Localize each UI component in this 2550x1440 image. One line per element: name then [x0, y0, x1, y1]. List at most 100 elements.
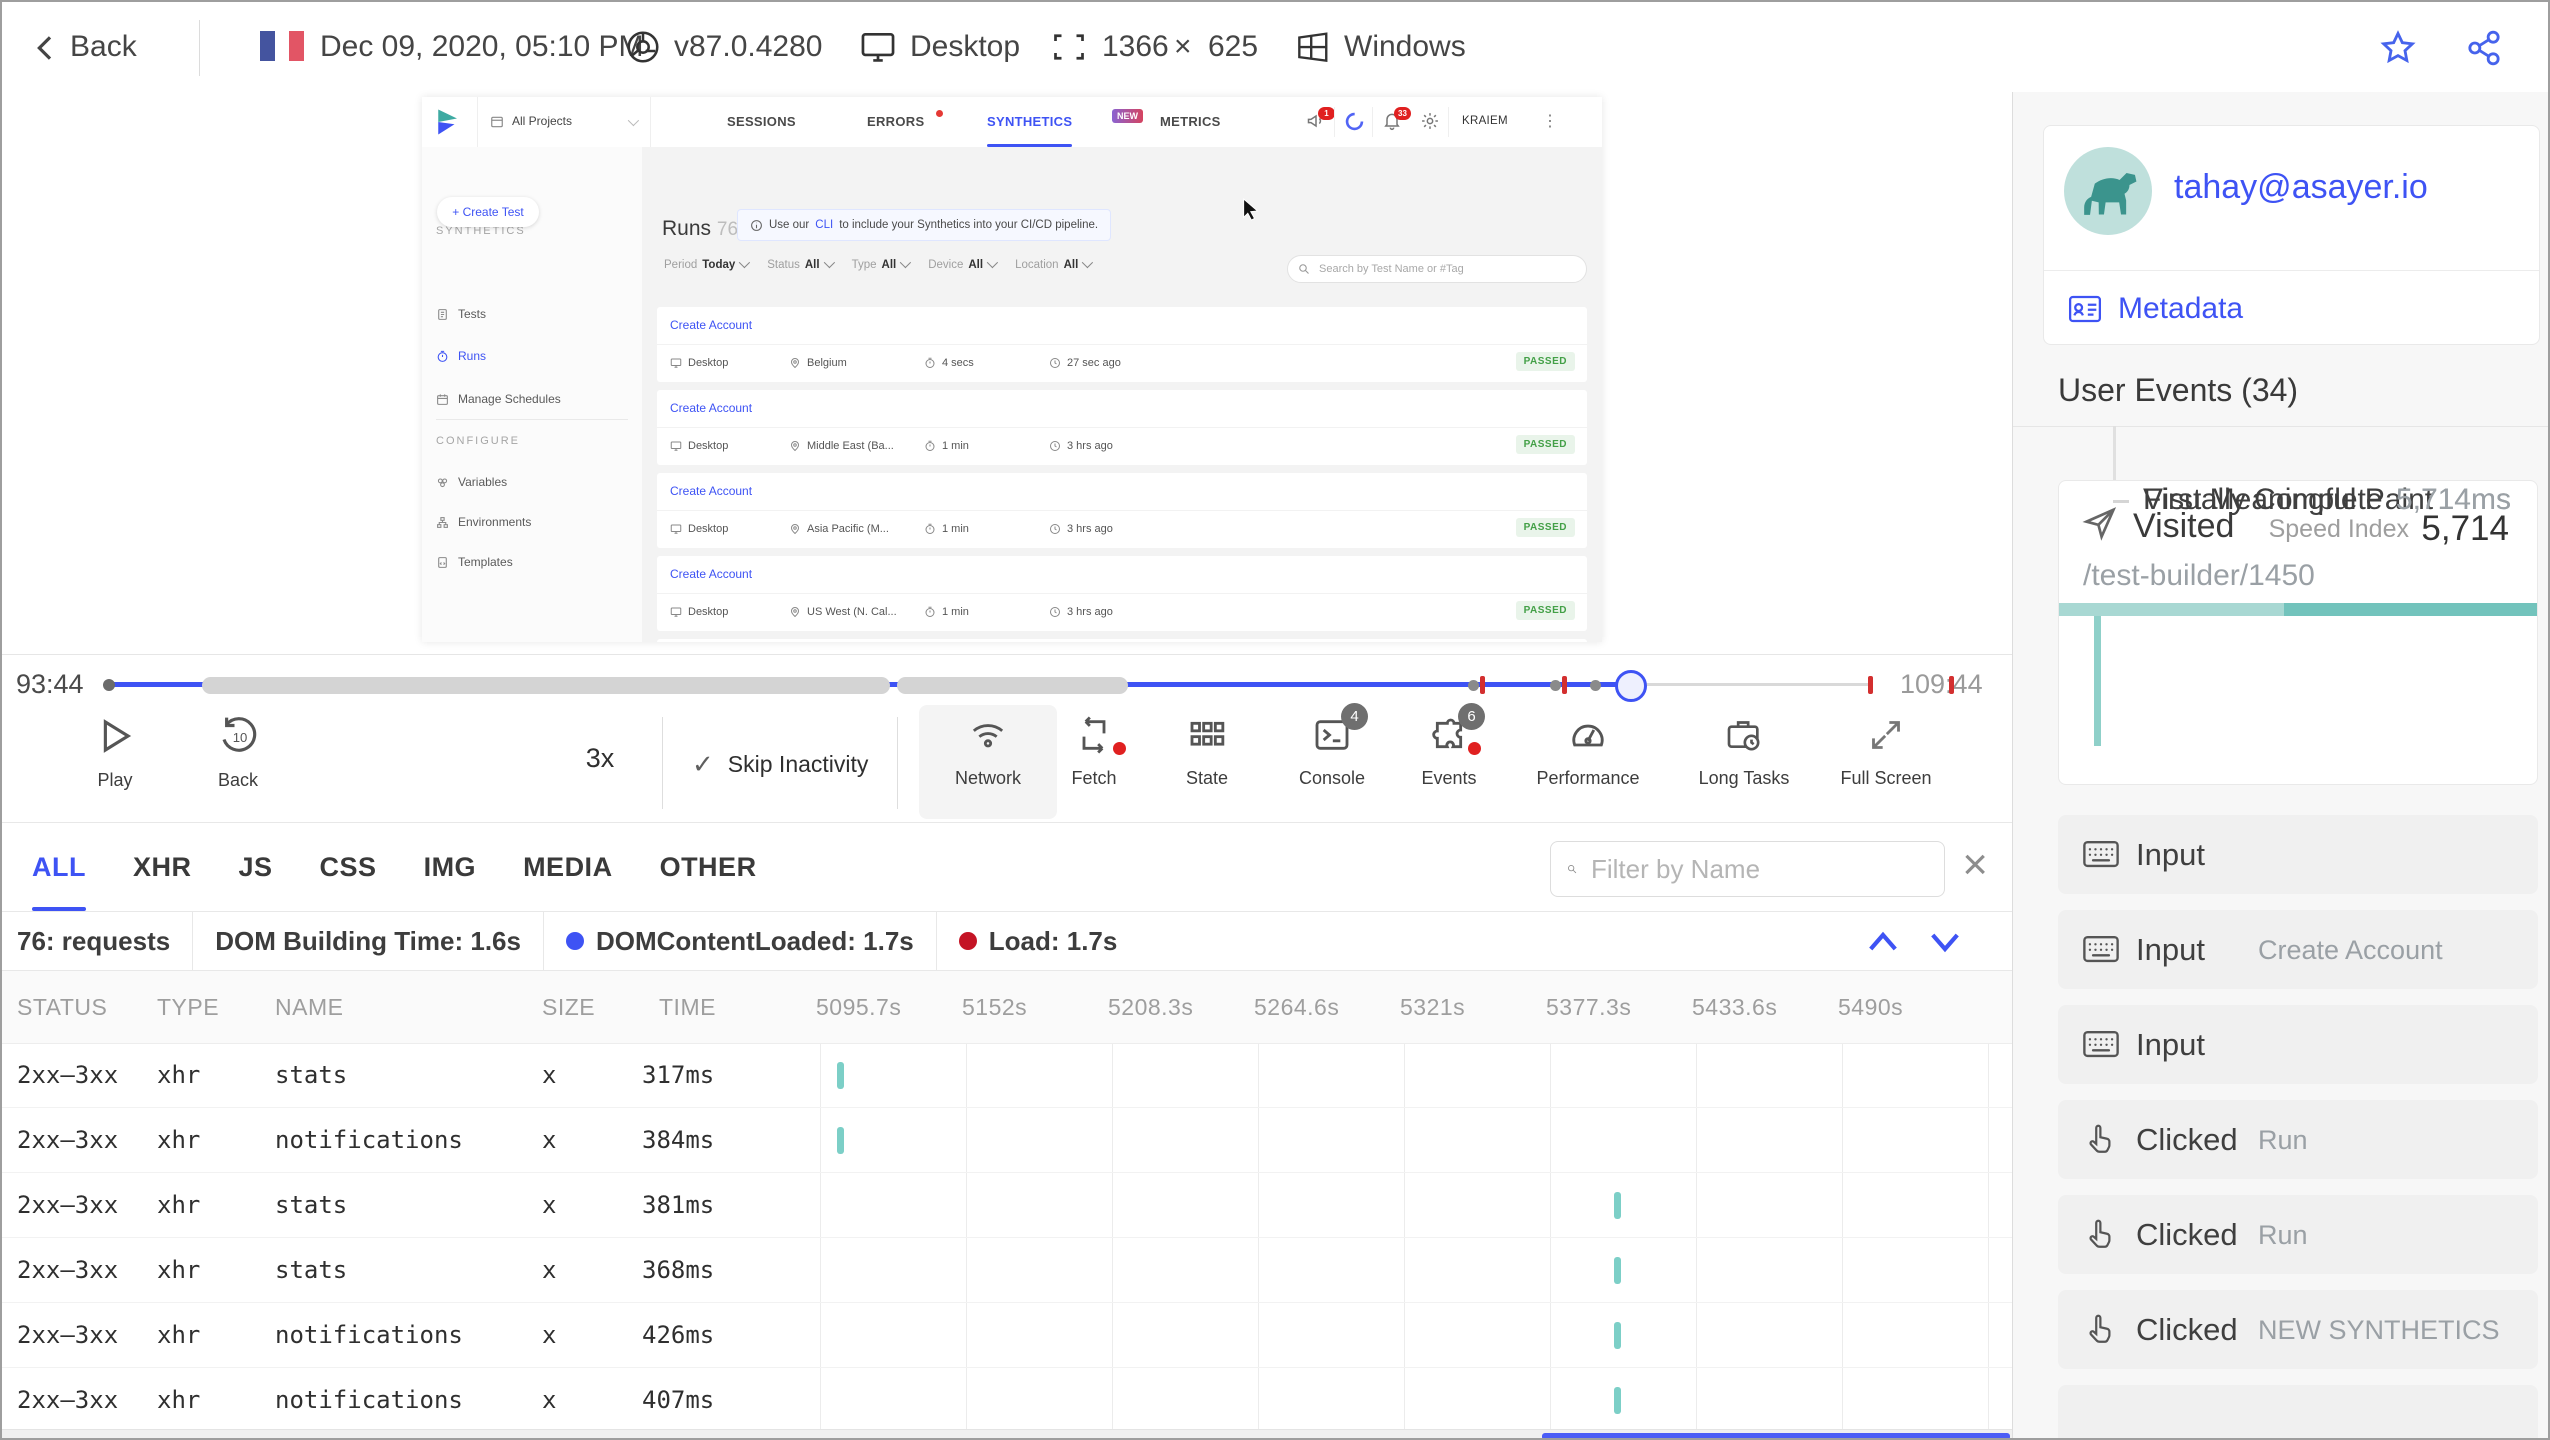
time-axis-tick: 5208.3s: [1108, 994, 1194, 1020]
event-target: Run: [2258, 1125, 2308, 1155]
info-icon: [751, 219, 762, 231]
sidebar-item-label: Templates: [458, 555, 513, 569]
dcl-dot-icon: [565, 932, 584, 950]
metadata-button[interactable]: Metadata: [2068, 292, 2243, 326]
event-type-icon: [2082, 932, 2120, 966]
user-event-card[interactable]: Input: [2058, 1005, 2538, 1084]
long-tasks-panel-button[interactable]: Long Tasks: [1669, 715, 1819, 789]
request-time: 381ms: [642, 1191, 715, 1219]
sidebar-item-tests: Tests: [436, 305, 486, 323]
replayed-main: Runs 76 Use our CLI to include your Synt…: [642, 147, 1602, 642]
run-location: Belgium: [789, 351, 847, 375]
click-hand-icon: [2089, 1124, 2111, 1153]
user-event-card[interactable]: Clicked Run: [2058, 1100, 2538, 1179]
network-request-row[interactable]: 2xx–3xx xhr stats x 381ms: [2, 1173, 2012, 1238]
logged-user: KRAIEM: [1462, 115, 1508, 127]
user-events-title: User Events (34): [2058, 372, 2299, 408]
event-type-icon: [2082, 1122, 2116, 1158]
user-avatar: [2064, 147, 2152, 235]
network-request-row[interactable]: 2xx–3xx xhr stats x 317ms: [2, 1043, 2012, 1108]
gauge-icon: [1568, 715, 1608, 755]
user-event-card[interactable]: Input: [2058, 815, 2538, 894]
user-event-card[interactable]: Input Create Account: [2058, 910, 2538, 989]
column-header: TIME: [659, 994, 716, 1020]
user-event-card-partial[interactable]: [2058, 1385, 2538, 1438]
close-panel-button[interactable]: ×: [1962, 837, 1988, 893]
keyboard-icon: [2083, 840, 2119, 868]
request-size: x: [542, 1191, 557, 1219]
events-panel-button[interactable]: 6 Events: [1374, 703, 1524, 789]
resolution-icon: [1050, 29, 1088, 65]
network-filter-tab[interactable]: JS: [239, 823, 273, 911]
stopwatch-icon: [925, 523, 935, 534]
column-header: STATUS: [17, 994, 108, 1020]
request-size: x: [542, 1126, 557, 1154]
chrome-browser-icon: [624, 28, 662, 66]
full-screen-button[interactable]: Full Screen: [1811, 715, 1961, 789]
network-filter-tab[interactable]: XHR: [133, 823, 192, 911]
run-time-ago: 3 hrs ago: [1049, 434, 1113, 458]
scrollbar-thumb[interactable]: [1542, 1433, 2010, 1438]
request-type: xhr: [157, 1321, 201, 1349]
request-type: xhr: [157, 1126, 201, 1154]
chevron-down-icon: [823, 256, 835, 269]
speed-toggle[interactable]: 3x: [586, 743, 615, 774]
windows-os-icon: [1292, 28, 1332, 66]
keyboard-icon: [2083, 1030, 2119, 1058]
run-status-badge: PASSED: [1515, 518, 1575, 537]
share-icon[interactable]: [2464, 28, 2504, 68]
network-filter-tab[interactable]: CSS: [320, 823, 377, 911]
event-action: Clicked: [2136, 1312, 2238, 1347]
request-time: 384ms: [642, 1126, 715, 1154]
network-filter-input[interactable]: [1589, 852, 1928, 886]
favorite-star-icon[interactable]: [2378, 28, 2418, 68]
event-dot: [1590, 680, 1601, 691]
run-duration: 1 min: [924, 517, 969, 541]
location-pin-icon: [790, 524, 800, 535]
run-time-ago: 27 sec ago: [1049, 351, 1121, 375]
monitor-icon: [670, 607, 682, 617]
back-button[interactable]: Back: [70, 2, 137, 92]
waterfall-scrollbar[interactable]: [2, 1429, 2012, 1438]
network-request-row[interactable]: 2xx–3xx xhr notifications x 426ms: [2, 1303, 2012, 1368]
replayed-sidebar: SYNTHETICS + Create Test Tests Runs Mana…: [422, 147, 643, 642]
network-filter-box[interactable]: [1550, 841, 1945, 897]
network-filter-tab[interactable]: IMG: [424, 823, 477, 911]
back-chevron-icon[interactable]: [30, 32, 62, 64]
network-filter-tab[interactable]: OTHER: [660, 823, 757, 911]
user-event-card[interactable]: Clicked NEW SYNTHETICS: [2058, 1290, 2538, 1369]
network-filter-tab[interactable]: ALL: [32, 823, 86, 911]
run-status-badge: PASSED: [1515, 352, 1575, 371]
cli-banner: Use our CLI to include your Synthetics i…: [737, 209, 1112, 241]
run-card: Create Account Desktop Canada (Central): [657, 639, 1587, 642]
user-card: tahay@asayer.io Metadata: [2043, 125, 2540, 345]
user-event-card[interactable]: Clicked Run: [2058, 1195, 2538, 1274]
fetch-icon: [1074, 715, 1126, 755]
run-duration: 1 min: [924, 434, 969, 458]
session-replay-window: Back Dec 09, 2020, 05:10 PM v87.0.4280 D…: [0, 0, 2550, 1440]
error-marker: [1949, 676, 1954, 694]
run-card: Create Account Desktop Asia Pacific (M..…: [657, 473, 1587, 548]
jump-previous-button[interactable]: [1862, 926, 1904, 958]
performance-panel-button[interactable]: Performance: [1513, 715, 1663, 789]
request-name: notifications: [275, 1386, 463, 1414]
gear-icon: [1420, 111, 1440, 131]
visited-event-card[interactable]: Visited Speed Index 5,714 /test-builder/…: [2058, 480, 2538, 785]
network-filter-tab[interactable]: MEDIA: [523, 823, 613, 911]
request-type: xhr: [157, 1191, 201, 1219]
network-request-row[interactable]: 2xx–3xx xhr stats x 368ms: [2, 1238, 2012, 1303]
sidebar-item-label: Tests: [458, 307, 487, 321]
network-request-row[interactable]: 2xx–3xx xhr notifications x 407ms: [2, 1368, 2012, 1433]
playhead-handle[interactable]: [1615, 670, 1647, 702]
run-time-ago: 3 hrs ago: [1049, 517, 1113, 541]
metadata-label: Metadata: [2118, 292, 2244, 325]
event-target: NEW SYNTHETICS: [2258, 1315, 2500, 1345]
skip-inactivity-toggle[interactable]: ✓ Skip Inactivity: [692, 749, 868, 780]
run-list: Create Account Desktop Belgium 4 secs 27…: [657, 307, 1587, 642]
back-10s-button[interactable]: 10 Back: [163, 715, 313, 791]
network-request-row[interactable]: 2xx–3xx xhr notifications x 384ms: [2, 1108, 2012, 1173]
jump-next-button[interactable]: [1924, 926, 1966, 958]
request-status: 2xx–3xx: [17, 1061, 119, 1089]
load-dot-icon: [958, 932, 977, 950]
user-email: tahay@asayer.io: [2174, 168, 2428, 206]
